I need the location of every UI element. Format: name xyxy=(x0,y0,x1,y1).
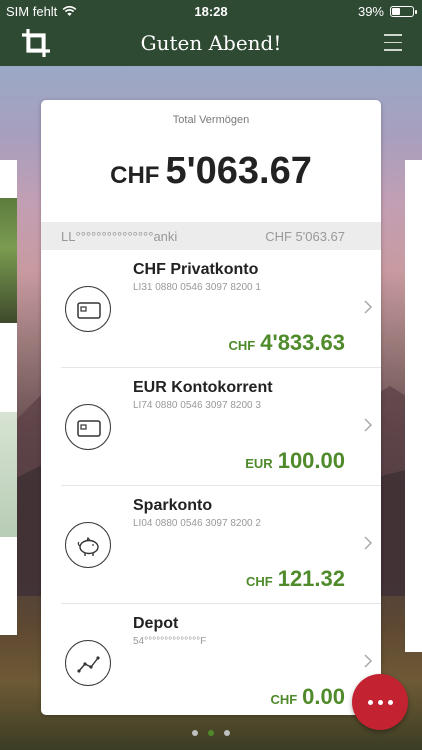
account-currency: EUR xyxy=(245,456,273,471)
account-balance: CHF 4'833.63 xyxy=(229,330,345,356)
line-chart-icon xyxy=(65,640,111,686)
more-actions-button[interactable] xyxy=(352,674,408,730)
account-name: EUR Kontokorrent xyxy=(133,379,273,396)
account-amount: 0.00 xyxy=(302,684,345,709)
account-name: Depot xyxy=(133,615,179,632)
account-currency: CHF xyxy=(270,692,298,707)
page-dot-3[interactable] xyxy=(224,730,230,736)
chevron-right-icon xyxy=(364,418,373,432)
chevron-right-icon xyxy=(364,654,373,668)
account-amount: 100.00 xyxy=(277,448,345,473)
account-row-kontokorrent[interactable]: EUR Kontokorrent LI74 0880 0546 3097 820… xyxy=(61,368,381,486)
page-dot-1[interactable] xyxy=(192,730,198,736)
account-currency: CHF xyxy=(245,574,273,589)
account-iban: LI74 0880 0546 3097 8200 3 xyxy=(133,400,261,411)
account-amount: 121.32 xyxy=(277,566,345,591)
chevron-right-icon xyxy=(364,300,373,314)
status-bar: SIM fehlt 18:28 39% xyxy=(0,0,422,22)
owner-name: LL°°°°°°°°°°°°°°°anki xyxy=(61,229,178,244)
previous-card-peek[interactable] xyxy=(0,160,17,635)
account-iban: LI04 0880 0546 3097 8200 2 xyxy=(133,518,261,529)
account-iban: LI31 0880 0546 3097 8200 1 xyxy=(133,282,261,293)
account-iban: 54°°°°°°°°°°°°°°F xyxy=(133,636,207,647)
previous-card-image-2 xyxy=(0,412,17,537)
credit-card-icon xyxy=(65,404,111,450)
account-name: Sparkonto xyxy=(133,497,213,514)
total-value: 5'063.67 xyxy=(165,150,312,192)
account-balance: CHF 0.00 xyxy=(270,684,345,710)
chevron-right-icon xyxy=(364,536,373,550)
page-dot-2[interactable] xyxy=(208,730,214,736)
wealth-card: Total Vermögen CHF 5'063.67 LL°°°°°°°°°°°… xyxy=(41,100,381,715)
more-dots-icon xyxy=(368,700,373,705)
battery-icon xyxy=(390,6,417,17)
previous-card-image xyxy=(0,198,17,323)
account-amount: 4'833.63 xyxy=(260,330,345,355)
greeting-title: Guten Abend! xyxy=(140,31,282,55)
piggy-bank-icon xyxy=(65,522,111,568)
account-balance: EUR 100.00 xyxy=(245,448,345,474)
total-wealth-amount: CHF 5'063.67 xyxy=(41,150,381,193)
account-currency: CHF xyxy=(228,338,256,353)
page-indicator[interactable] xyxy=(0,730,422,736)
account-row-privatkonto[interactable]: CHF Privatkonto LI31 0880 0546 3097 8200… xyxy=(61,250,381,368)
account-balance: CHF 121.32 xyxy=(246,566,345,592)
owner-summary-bar: LL°°°°°°°°°°°°°°°anki CHF 5'063.67 xyxy=(41,222,381,250)
hamburger-menu-icon[interactable] xyxy=(384,34,402,52)
total-wealth-label: Total Vermögen xyxy=(172,114,250,126)
account-row-sparkonto[interactable]: Sparkonto LI04 0880 0546 3097 8200 2 CHF… xyxy=(61,486,381,604)
credit-card-icon xyxy=(65,286,111,332)
account-row-depot[interactable]: Depot 54°°°°°°°°°°°°°°F CHF 0.00 xyxy=(61,604,381,715)
app-header: Guten Abend! xyxy=(0,22,422,66)
next-card-peek[interactable] xyxy=(405,160,422,652)
account-name: CHF Privatkonto xyxy=(133,261,259,278)
total-currency: CHF xyxy=(110,162,160,189)
owner-sum: CHF 5'063.67 xyxy=(265,229,345,244)
battery-percent: 39% xyxy=(357,4,384,19)
